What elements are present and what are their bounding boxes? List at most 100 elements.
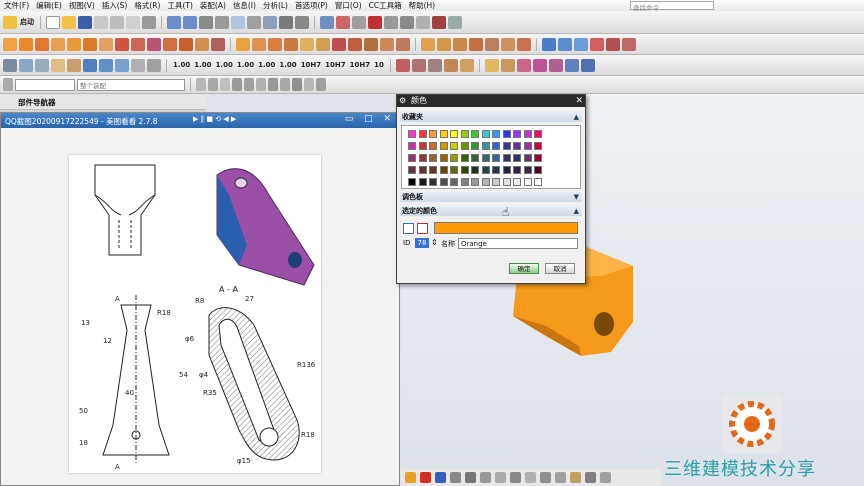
color-swatch[interactable] (502, 130, 511, 138)
fit-label-2[interactable]: 10H7 (324, 61, 346, 69)
groove-icon[interactable] (195, 37, 209, 51)
layer-icon[interactable] (295, 15, 309, 29)
color-swatch[interactable] (471, 166, 479, 174)
color-swatch[interactable] (534, 142, 542, 150)
filter-icon[interactable] (384, 15, 398, 29)
layout-icon[interactable] (35, 58, 49, 72)
tol-label-6[interactable]: 1.00 (278, 61, 297, 69)
open-folder-icon[interactable] (62, 15, 76, 29)
color-swatch[interactable] (471, 130, 479, 138)
part-icon[interactable] (432, 15, 446, 29)
color-swatch[interactable] (481, 130, 490, 138)
frame-icon[interactable] (525, 472, 536, 483)
search-input[interactable]: 查找命令 (630, 1, 714, 12)
copy-icon[interactable] (94, 15, 108, 29)
offset-icon[interactable] (421, 37, 435, 51)
datum-feature-icon[interactable] (484, 58, 499, 72)
color-swatch[interactable] (481, 142, 490, 150)
ime-icon[interactable] (405, 472, 416, 483)
microphone-icon[interactable] (465, 472, 476, 483)
rib-icon[interactable] (211, 37, 225, 51)
spinner-icon[interactable]: ⇕ (431, 238, 438, 247)
snap-point-icon[interactable] (280, 78, 290, 91)
menu-help[interactable]: 帮助(H) (409, 0, 436, 11)
line-icon[interactable] (600, 472, 611, 483)
fit-label-3[interactable]: 10H7 (349, 61, 371, 69)
tol-label-2[interactable]: 1.00 (193, 61, 212, 69)
unite-icon[interactable] (332, 37, 346, 51)
color-swatch[interactable] (450, 142, 458, 150)
color-swatch[interactable] (471, 154, 479, 162)
language-icon[interactable] (435, 472, 446, 483)
circle-icon[interactable] (540, 472, 551, 483)
color-swatch[interactable] (481, 154, 490, 162)
parts-list-icon[interactable] (580, 58, 595, 72)
color-swatch[interactable] (502, 154, 511, 162)
tool-icon[interactable] (199, 15, 213, 29)
subtract-icon[interactable] (348, 37, 362, 51)
misc-icon[interactable] (448, 15, 462, 29)
color-swatch[interactable] (429, 154, 437, 162)
chain-icon[interactable] (443, 58, 458, 72)
view-icon[interactable] (247, 15, 261, 29)
shell-icon[interactable] (268, 37, 282, 51)
color-swatch[interactable] (534, 178, 542, 186)
cone-icon[interactable] (83, 37, 97, 51)
color-swatch[interactable] (492, 154, 500, 162)
pocket-icon[interactable] (147, 37, 161, 51)
redo-icon[interactable] (183, 15, 197, 29)
datum-plane-icon[interactable] (501, 37, 515, 51)
cut-icon[interactable] (126, 15, 140, 29)
color-swatch[interactable] (523, 130, 532, 138)
select-all-icon[interactable] (196, 78, 206, 91)
cancel-button[interactable]: 取消 (545, 263, 575, 274)
surface-finish-icon[interactable] (516, 58, 531, 72)
fcf-icon[interactable] (500, 58, 515, 72)
color-swatch[interactable] (429, 142, 437, 150)
datum-axis-icon[interactable] (517, 37, 531, 51)
menu-file[interactable]: 文件(F) (4, 0, 29, 11)
color-swatch[interactable] (502, 166, 511, 174)
revolve-icon[interactable] (35, 37, 49, 51)
axis-icon[interactable] (368, 15, 382, 29)
pattern-icon[interactable] (396, 37, 410, 51)
dialog-titlebar[interactable]: 颜色 (397, 95, 585, 107)
inherit-color-icon[interactable] (417, 223, 428, 234)
cube-icon[interactable] (400, 15, 414, 29)
pad-icon[interactable] (163, 37, 177, 51)
palette-section[interactable]: 调色板 ▼ (400, 192, 582, 202)
menu-format[interactable]: 格式(R) (134, 0, 160, 11)
snap-mid-icon[interactable] (244, 78, 254, 91)
color-swatch[interactable] (523, 154, 532, 162)
color-swatch[interactable] (471, 178, 479, 186)
color-swatch[interactable] (460, 142, 469, 150)
color-swatch[interactable] (450, 130, 458, 138)
snap-face-icon[interactable] (316, 78, 326, 91)
section-icon[interactable] (67, 58, 81, 72)
color-swatch[interactable] (513, 130, 521, 138)
window-icon[interactable] (231, 15, 245, 29)
color-swatch[interactable] (439, 130, 448, 138)
swept-icon[interactable] (574, 37, 588, 51)
start-label[interactable]: 启动 (19, 17, 35, 27)
color-swatch[interactable] (460, 154, 469, 162)
toolbox-icon[interactable] (510, 472, 521, 483)
boss-icon[interactable] (131, 37, 145, 51)
detail-view-icon[interactable] (115, 58, 129, 72)
grid-snap-icon[interactable] (570, 472, 581, 483)
color-swatch[interactable] (439, 178, 448, 186)
color-swatch[interactable] (418, 130, 427, 138)
chamfer-icon[interactable] (252, 37, 266, 51)
id-field[interactable]: 78 (415, 238, 429, 248)
select-icon[interactable] (352, 15, 366, 29)
render-icon[interactable] (279, 15, 293, 29)
orient-icon[interactable] (263, 15, 277, 29)
angle-icon[interactable] (427, 58, 442, 72)
menu-edit[interactable]: 编辑(E) (36, 0, 62, 11)
thicken-icon[interactable] (437, 37, 451, 51)
type-filter-dropdown[interactable] (15, 78, 75, 91)
menu-assembly[interactable]: 装配(A) (200, 0, 226, 11)
start-icon[interactable] (3, 15, 17, 29)
measure-icon[interactable] (416, 15, 430, 29)
selected-color-swatch[interactable] (434, 222, 578, 234)
